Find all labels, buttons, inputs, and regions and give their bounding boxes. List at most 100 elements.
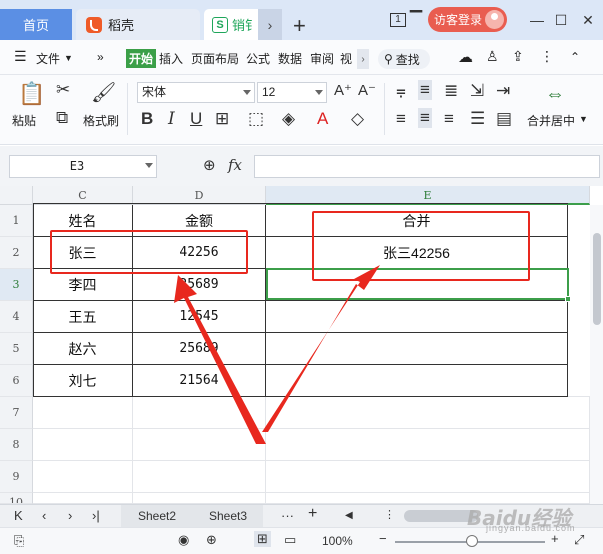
fx-button[interactable]: fx [228,156,242,174]
row-header[interactable]: 7 [0,397,33,429]
formula-input[interactable] [254,155,600,178]
cell-empty[interactable] [266,429,590,461]
ribbon-collapse-icon[interactable]: ⌃ [570,50,580,64]
font-size-select[interactable]: 12 [257,82,327,103]
align-right-icon[interactable]: ≡ [444,109,454,129]
cell-d6[interactable]: 21564 [133,365,266,397]
merge-dropdown-icon[interactable]: ▼ [579,114,588,124]
zoom-in-icon[interactable]: ⊕ [203,156,216,174]
cell-empty[interactable] [133,397,266,429]
maximize-icon[interactable]: ☐ [552,11,570,29]
row-header[interactable]: 9 [0,461,33,493]
search-button[interactable]: ⚲ 查找 [378,49,430,69]
format-painter-icon[interactable]: 🖌 [91,80,116,105]
cell-empty[interactable] [266,397,590,429]
next-sheet-icon[interactable]: › [68,508,72,523]
font-color-icon[interactable]: A [317,109,328,129]
menu-view[interactable]: 视 [340,50,352,67]
name-box[interactable]: E3 [9,155,157,178]
fullscreen-icon[interactable]: ⤢ [574,532,584,548]
cut-icon[interactable]: ✂ [56,80,70,100]
paste-button[interactable]: 粘贴 [12,112,36,129]
cell-c4[interactable]: 王五 [33,301,133,333]
view-mode-icon[interactable]: ⊕ [206,532,217,548]
sheet-tab[interactable]: Sheet3 [193,505,263,527]
more-sheets-button[interactable]: ··· [281,508,294,523]
cell-d4[interactable]: 12545 [133,301,266,333]
more-options-icon[interactable]: ⋮ [540,48,554,65]
cloud-sync-icon[interactable]: ☁ [458,48,473,66]
merge-center-icon[interactable]: ⇔ [545,83,565,106]
font-grow-icon[interactable]: A⁺ [334,81,352,99]
cell-empty[interactable] [133,429,266,461]
cell-empty[interactable] [266,461,590,493]
paste-icon[interactable]: 📋 [18,81,45,107]
align-middle-icon[interactable]: ≡ [418,80,432,100]
menu-start[interactable]: 开始 [126,49,156,68]
select-all-corner[interactable] [0,186,33,205]
cell-empty[interactable] [133,461,266,493]
menu-more-icon[interactable]: › [357,49,369,69]
window-count-icon[interactable]: 1 [389,11,407,29]
italic-button[interactable]: I [168,109,175,129]
hscroll-left-icon[interactable]: ◀ [345,510,353,521]
tab-daoke[interactable]: 稻壳 [76,9,200,40]
format-painter-button[interactable]: 格式刷 [83,112,119,129]
sheet-tab[interactable]: Sheet2 [121,505,193,527]
menu-review[interactable]: 审阅 [310,50,334,67]
row-header[interactable]: 8 [0,429,33,461]
copy-icon[interactable]: ⧉ [56,108,68,128]
menu-page-layout[interactable]: 页面布局 [191,50,239,67]
prev-sheet-icon[interactable]: ‹ [42,508,46,523]
zoom-slider-knob[interactable] [466,535,478,547]
justify-icon[interactable]: ☰ [470,109,485,129]
normal-view-icon[interactable]: ⊞ [254,531,271,547]
cell-c5[interactable]: 赵六 [33,333,133,365]
clear-format-icon[interactable]: ◇ [351,109,364,129]
new-tab-button[interactable]: + [293,13,306,39]
cell-empty[interactable] [133,493,266,504]
menu-data[interactable]: 数据 [278,50,302,67]
collapse-icon[interactable]: ▔ [407,11,425,29]
page-layout-view-icon[interactable]: ▭ [284,532,296,548]
zoom-in-button-icon[interactable]: + [551,531,559,546]
first-sheet-icon[interactable]: K [14,508,23,523]
eye-protection-icon[interactable]: ◉ [178,532,189,548]
zoom-level[interactable]: 100% [322,534,353,548]
add-sheet-button[interactable]: + [308,505,317,523]
cell-e6[interactable] [266,365,568,397]
cell-e5[interactable] [266,333,568,365]
cell-empty[interactable] [33,493,133,504]
menu-formula[interactable]: 公式 [246,50,270,67]
align-center-icon[interactable]: ≡ [418,108,432,128]
fill-color-icon[interactable]: ◈ [282,109,295,129]
close-icon[interactable]: ✕ [579,11,597,29]
fill-handle[interactable] [565,296,571,302]
wrap-text-icon[interactable]: ⇲ [470,81,484,101]
hamburger-icon[interactable]: ☰ [14,48,27,65]
minimize-icon[interactable]: — [528,11,546,29]
last-sheet-icon[interactable]: ›| [92,508,100,523]
file-dropdown-icon[interactable]: ▼ [64,53,73,63]
cell-e4[interactable] [266,301,568,333]
more-left-icon[interactable]: » [97,50,104,64]
scrollbar-thumb[interactable] [593,233,601,325]
cell-empty[interactable] [568,205,590,397]
menu-file[interactable]: 文件 [36,50,60,67]
row-header[interactable]: 2 [0,237,33,269]
cell-fill-icon[interactable]: ⬚ [248,109,264,129]
bold-button[interactable]: B [141,109,153,129]
zoom-out-icon[interactable]: − [379,531,387,546]
cell-d5[interactable]: 25689 [133,333,266,365]
align-top-icon[interactable]: ⩦ [396,81,406,101]
row-header[interactable]: 3 [0,269,33,301]
row-header[interactable]: 1 [0,205,33,237]
guest-login-button[interactable]: 访客登录 [428,7,507,32]
cell-empty[interactable] [33,461,133,493]
merge-center-button[interactable]: 合并居中 [527,112,575,129]
align-bottom-icon[interactable]: ≣ [444,81,458,101]
collab-icon[interactable]: ♙ [486,48,499,65]
menu-insert[interactable]: 插入 [159,50,183,67]
vertical-scrollbar[interactable] [590,205,603,504]
row-header[interactable]: 6 [0,365,33,397]
